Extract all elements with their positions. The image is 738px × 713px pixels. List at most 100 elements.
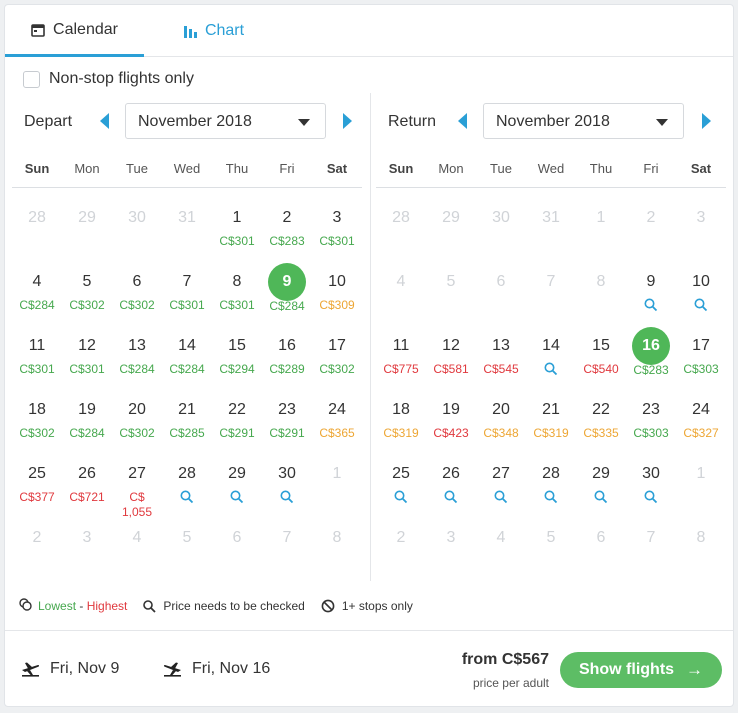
day-cell[interactable]: 10	[676, 258, 726, 322]
depart-next-month-arrow[interactable]	[343, 113, 352, 129]
day-cell[interactable]: 18 C$302	[12, 386, 62, 450]
day-cell[interactable]: 17 C$303	[676, 322, 726, 386]
day-cell[interactable]: 22 C$291	[212, 386, 262, 450]
day-cell[interactable]: 27	[476, 450, 526, 514]
day-cell[interactable]: 23 C$303	[626, 386, 676, 450]
day-cell[interactable]: 11 C$301	[12, 322, 62, 386]
day-cell[interactable]: 29	[576, 450, 626, 514]
day-cell[interactable]: 30	[262, 450, 312, 514]
day-cell[interactable]: 1 C$301	[212, 194, 262, 258]
legend-dash: -	[76, 599, 87, 613]
weekday-label: Thu	[589, 161, 613, 176]
day-cell[interactable]: 20 C$302	[112, 386, 162, 450]
day-price: C$335	[583, 426, 619, 440]
search-icon[interactable]	[280, 490, 294, 504]
depart-month-select[interactable]: November 2018	[125, 103, 326, 139]
day-number: 15	[228, 337, 246, 354]
day-price: C$284	[169, 362, 205, 376]
day-cell[interactable]: 14	[526, 322, 576, 386]
day-cell[interactable]: 23 C$291	[262, 386, 312, 450]
day-cell[interactable]: 17 C$302	[312, 322, 362, 386]
search-icon[interactable]	[494, 490, 508, 504]
day-cell[interactable]: 19 C$423	[426, 386, 476, 450]
day-number: 31	[542, 209, 560, 226]
day-number: 7	[646, 529, 656, 546]
day-cell[interactable]: 3 C$301	[312, 194, 362, 258]
day-cell[interactable]: 6 C$302	[112, 258, 162, 322]
day-price: C$721	[69, 490, 105, 504]
day-price: C$303	[683, 362, 719, 376]
day-price: C$302	[119, 426, 155, 440]
day-cell[interactable]: 27 C$ 1,055	[112, 450, 162, 519]
day-cell[interactable]: 5 C$302	[62, 258, 112, 322]
day-cell[interactable]: 30	[626, 450, 676, 514]
day-cell[interactable]: 21 C$285	[162, 386, 212, 450]
day-cell[interactable]: 29	[212, 450, 262, 514]
day-cell: 2	[12, 514, 62, 578]
day-cell[interactable]: 11 C$775	[376, 322, 426, 386]
day-cell[interactable]: 8 C$301	[212, 258, 262, 322]
day-cell[interactable]: 25	[376, 450, 426, 514]
day-cell[interactable]: 20 C$348	[476, 386, 526, 450]
day-cell-selected[interactable]: 16 C$283	[626, 322, 676, 386]
day-cell[interactable]: 21 C$319	[526, 386, 576, 450]
day-cell[interactable]: 19 C$284	[62, 386, 112, 450]
day-number: 18	[392, 401, 410, 418]
depart-prev-month-arrow[interactable]	[100, 113, 109, 129]
day-cell: 2	[626, 194, 676, 258]
return-month-select[interactable]: November 2018	[483, 103, 684, 139]
search-icon[interactable]	[230, 490, 244, 504]
day-cell-selected[interactable]: 9 C$284	[262, 258, 312, 322]
search-icon[interactable]	[644, 490, 658, 504]
search-icon[interactable]	[644, 298, 658, 312]
day-number: 14	[542, 337, 560, 354]
day-cell[interactable]: 10 C$309	[312, 258, 362, 322]
return-next-month-arrow[interactable]	[702, 113, 711, 129]
day-cell[interactable]: 13 C$545	[476, 322, 526, 386]
day-cell[interactable]: 24 C$327	[676, 386, 726, 450]
day-cell[interactable]: 7 C$301	[162, 258, 212, 322]
day-number: 27	[128, 465, 146, 482]
show-flights-label: Show flights	[578, 661, 675, 678]
day-cell[interactable]: 4 C$284	[12, 258, 62, 322]
search-icon[interactable]	[544, 490, 558, 504]
tab-calendar[interactable]: Calendar	[5, 5, 144, 57]
day-cell[interactable]: 12 C$301	[62, 322, 112, 386]
tab-chart[interactable]: Chart	[144, 5, 284, 57]
nonstop-filter[interactable]: Non-stop flights only	[23, 70, 194, 88]
nonstop-checkbox[interactable]	[23, 70, 40, 88]
day-cell: 3	[62, 514, 112, 578]
day-cell[interactable]: 15 C$540	[576, 322, 626, 386]
day-price: C$302	[119, 298, 155, 312]
day-cell[interactable]: 26 C$721	[62, 450, 112, 514]
day-cell[interactable]: 9	[626, 258, 676, 322]
day-cell[interactable]: 28	[162, 450, 212, 514]
day-cell[interactable]: 2 C$283	[262, 194, 312, 258]
day-cell[interactable]: 24 C$365	[312, 386, 362, 450]
day-cell[interactable]: 16 C$289	[262, 322, 312, 386]
day-cell[interactable]: 26	[426, 450, 476, 514]
search-icon[interactable]	[394, 490, 408, 504]
day-cell[interactable]: 18 C$319	[376, 386, 426, 450]
day-cell[interactable]: 13 C$284	[112, 322, 162, 386]
show-flights-button[interactable]: Show flights →	[560, 652, 722, 688]
day-price: C$301	[19, 362, 55, 376]
return-prev-month-arrow[interactable]	[458, 113, 467, 129]
day-cell[interactable]: 15 C$294	[212, 322, 262, 386]
search-icon[interactable]	[594, 490, 608, 504]
inbound-summary: Fri, Nov 16	[163, 660, 270, 678]
search-icon[interactable]	[444, 490, 458, 504]
day-cell[interactable]: 25 C$377	[12, 450, 62, 514]
arriving-plane-icon	[163, 661, 182, 677]
search-icon[interactable]	[544, 362, 558, 376]
search-icon[interactable]	[180, 490, 194, 504]
day-cell: 4	[112, 514, 162, 578]
day-price: C$319	[533, 426, 569, 440]
search-icon[interactable]	[694, 298, 708, 312]
day-cell[interactable]: 28	[526, 450, 576, 514]
day-cell[interactable]: 22 C$335	[576, 386, 626, 450]
return-month-value: November 2018	[496, 113, 610, 130]
day-cell[interactable]: 12 C$581	[426, 322, 476, 386]
day-price: C$294	[219, 362, 255, 376]
day-cell[interactable]: 14 C$284	[162, 322, 212, 386]
